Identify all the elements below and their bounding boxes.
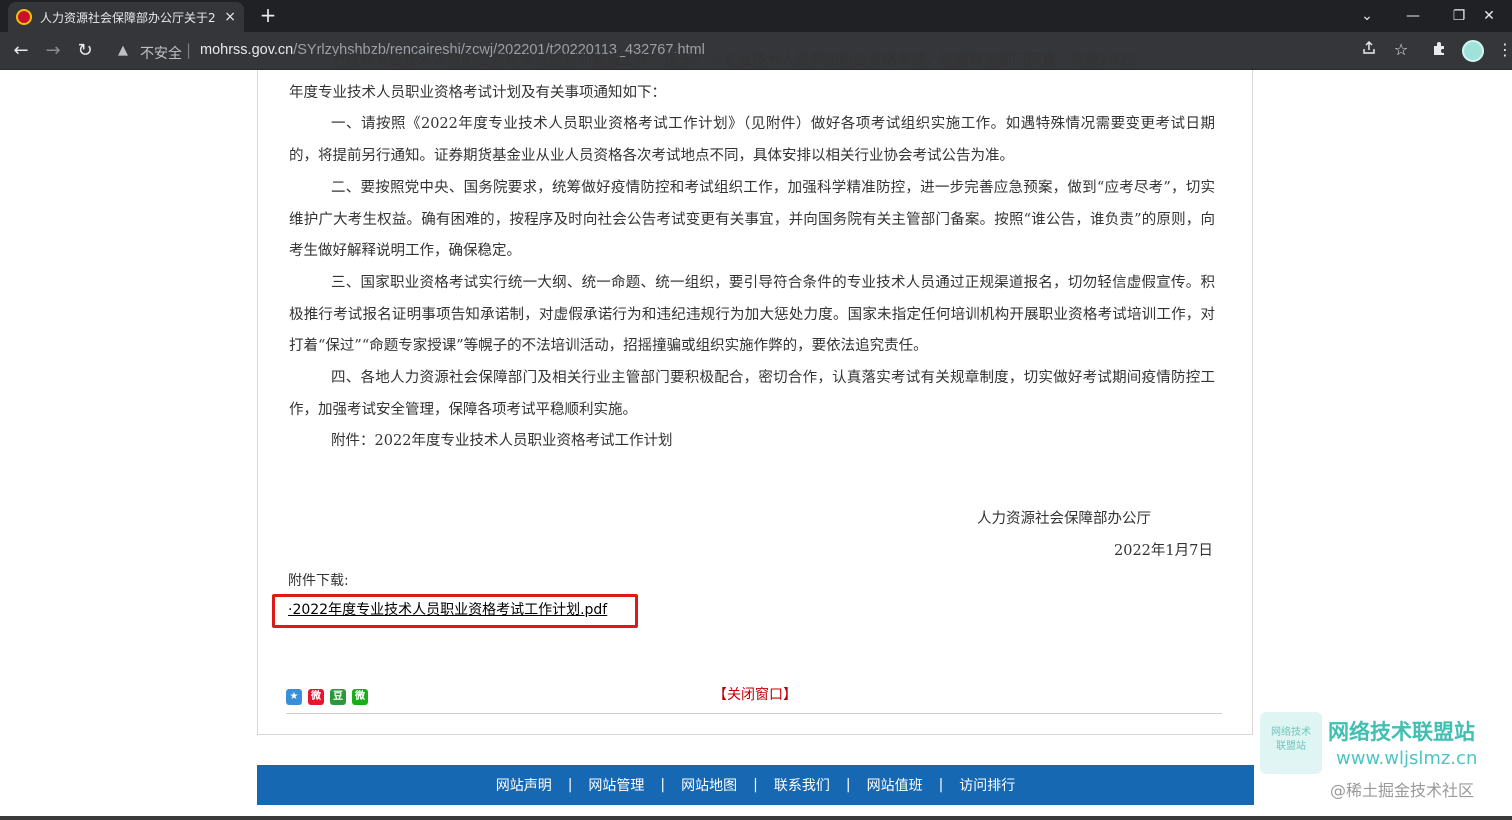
taskbar-edge [0,816,1512,820]
weibo-share-icon[interactable]: 微 [308,689,324,705]
article-paragraph: 四、各地人力资源社会保障部门及相关行业主管部门要积极配合，密切合作，认真落实考试… [289,370,1215,418]
footer-separator: | [938,777,944,793]
footer-separator: | [567,777,573,793]
site-emblem-icon [16,9,32,25]
security-label[interactable]: 不安全 [140,43,182,63]
tab-search-icon[interactable]: ⌄ [1344,0,1390,32]
article-paragraph: 二、要按照党中央、国务院要求，统筹做好疫情防控和考试组织工作，加强科学精准防控，… [289,179,1215,260]
close-window-button[interactable]: ✕ [1466,0,1512,32]
bookmark-star-icon[interactable]: ☆ [1390,40,1412,59]
attachments-title: 附件下载: [288,573,349,589]
article-body: 为做好专业技术人员职业资格考试规划和管理工作，便于广大专业技术人员参加职业资格考… [289,53,1215,458]
profile-avatar[interactable] [1462,40,1484,62]
back-icon[interactable]: ← [8,38,34,64]
attachment-note: 附件：2022年度专业技术人员职业资格考试工作计划 [331,433,673,450]
url-host: mohrss.gov.cn [200,42,294,58]
footer-separator: | [845,777,851,793]
issue-date: 2022年1月7日 [1114,543,1213,559]
menu-icon[interactable]: ⋮ [1494,40,1512,59]
footer-link-contact[interactable]: 联系我们 [774,775,830,795]
divider [286,713,1222,714]
warning-icon[interactable]: ▲ [118,43,128,58]
article-paragraph: 三、国家职业资格考试实行统一大纲、统一命题、统一组织，要引导符合条件的专业技术人… [289,274,1215,355]
new-tab-button[interactable]: + [256,4,280,28]
footer-nav: 网站声明 | 网站管理 | 网站地图 | 联系我们 | 网站值班 | 访问排行 [257,765,1254,805]
issuer: 人力资源社会保障部办公厅 [977,511,1151,527]
extensions-icon[interactable] [1429,40,1451,60]
minimize-button[interactable]: — [1390,0,1436,32]
article-paragraph: 一、请按照《2022年度专业技术人员职业资格考试工作计划》（见附件）做好各项考试… [289,116,1215,165]
article-paragraph: 年度专业技术人员职业资格考试计划及有关事项通知如下： [289,84,666,101]
footer-link-sitemap[interactable]: 网站地图 [681,775,737,795]
browser-titlebar: 人力资源社会保障部办公厅关于2 × + ⌄ — ❐ ✕ [0,0,1512,32]
footer-link-duty[interactable]: 网站值班 [867,775,923,795]
footer-separator: | [660,777,666,793]
watermark-logo: 网络技术 联盟站 [1260,712,1322,774]
wechat-share-icon[interactable]: 微 [352,689,368,705]
close-window-link[interactable]: 【关闭窗口】 [713,684,797,704]
browser-tab[interactable]: 人力资源社会保障部办公厅关于2 × [8,2,244,32]
qzone-share-icon[interactable]: ★ [286,689,302,705]
forward-icon[interactable]: → [40,38,66,64]
article-paragraph: 为做好专业技术人员职业资格考试规划和管理工作，便于广大专业技术人员参加职业资格考… [331,53,1137,69]
footer-link-statement[interactable]: 网站声明 [496,775,552,795]
tab-title: 人力资源社会保障部办公厅关于2 [40,10,216,25]
close-tab-icon[interactable]: × [224,9,236,25]
footer-separator: | [753,777,758,793]
address-separator: | [186,41,192,59]
watermark-url: www.wljslmz.cn [1336,748,1478,769]
reload-icon[interactable]: ↻ [72,38,98,64]
attachment-download-link[interactable]: ·2022年度专业技术人员职业资格考试工作计划.pdf [288,599,607,619]
watermark-name: 网络技术联盟站 [1328,720,1475,744]
watermark-source: @稀土掘金技术社区 [1330,781,1475,800]
footer-link-ranking[interactable]: 访问排行 [959,775,1015,795]
footer-link-management[interactable]: 网站管理 [588,775,644,795]
share-page-icon[interactable] [1358,40,1380,60]
douban-share-icon[interactable]: 豆 [330,689,346,705]
